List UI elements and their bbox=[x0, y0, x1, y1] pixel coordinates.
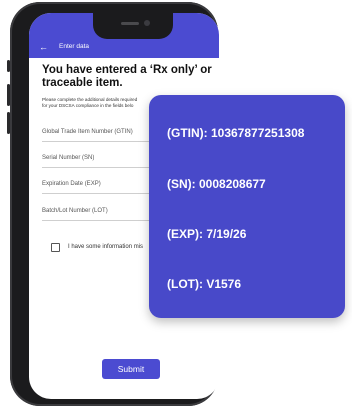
volume-up-button bbox=[7, 84, 10, 106]
scanned-data-card: (GTIN): 10367877251308 (SN): 0008208677 … bbox=[149, 95, 345, 318]
missing-info-checkbox[interactable] bbox=[51, 243, 60, 252]
front-camera-icon bbox=[144, 20, 150, 26]
serial-number-field-label: Serial Number (SN) bbox=[42, 155, 95, 161]
card-gtin-value: (GTIN): 10367877251308 bbox=[167, 126, 305, 140]
gtin-field-label: Global Trade Item Number (GTIN) bbox=[42, 129, 133, 135]
mute-switch bbox=[7, 60, 10, 72]
card-serial-number-value: (SN): 0008208677 bbox=[167, 177, 266, 191]
stage: ← Enter data You have entered a ‘Rx only… bbox=[0, 0, 352, 410]
card-lot-value: (LOT): V1576 bbox=[167, 277, 242, 291]
card-expiration-value: (EXP): 7/19/26 bbox=[167, 227, 247, 241]
missing-info-checkbox-label: I have some information mis bbox=[68, 244, 144, 250]
expiration-date-field-label: Expiration Date (EXP) bbox=[42, 181, 101, 187]
arrow-left-icon[interactable]: ← bbox=[39, 42, 48, 52]
notch bbox=[93, 13, 173, 39]
volume-down-button bbox=[7, 112, 10, 134]
app-bar-title: Enter data bbox=[59, 43, 89, 50]
batch-lot-field-label: Batch/Lot Number (LOT) bbox=[42, 208, 108, 214]
submit-button[interactable]: Submit bbox=[102, 359, 160, 379]
page-headline: You have entered a ‘Rx only’ or traceabl… bbox=[42, 64, 212, 89]
speaker-grille bbox=[121, 22, 139, 25]
